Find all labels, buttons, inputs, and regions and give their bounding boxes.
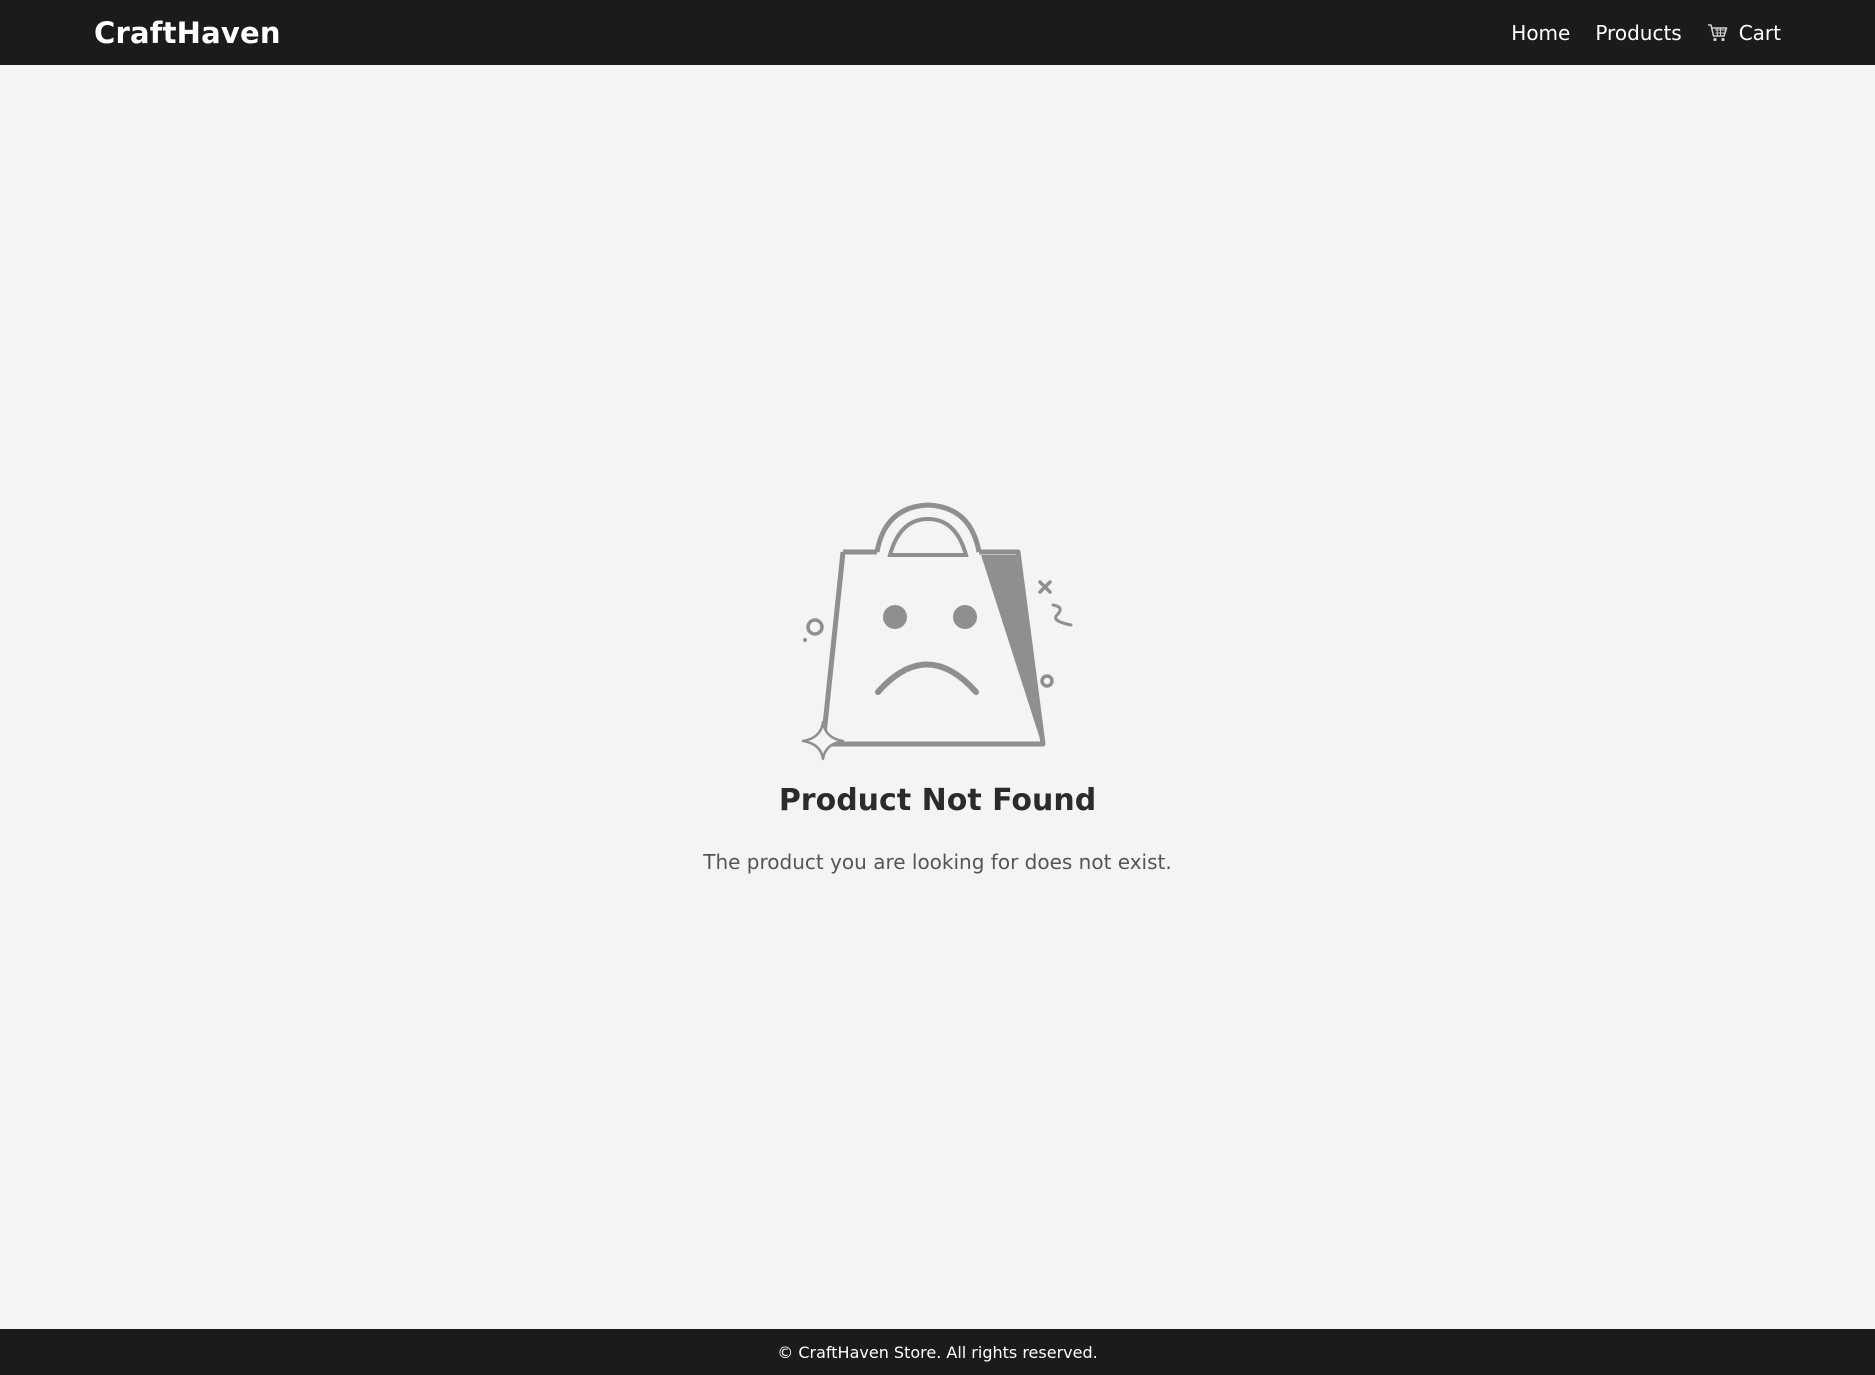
main-content: Product Not Found The product you are lo…	[0, 65, 1875, 1329]
nav-products-link[interactable]: Products	[1595, 21, 1681, 45]
page-title: Product Not Found	[778, 783, 1097, 818]
brand-logo-link[interactable]: CraftHaven	[94, 16, 281, 50]
shopping-cart-icon	[1707, 23, 1729, 43]
sad-shopping-bag-icon	[795, 437, 1080, 767]
nav-links: Home Products Cart	[1511, 21, 1781, 45]
footer: © CraftHaven Store. All rights reserved.	[0, 1329, 1875, 1375]
nav-products-label: Products	[1595, 20, 1682, 45]
nav-home-link[interactable]: Home	[1511, 21, 1570, 45]
footer-copyright: © CraftHaven Store. All rights reserved.	[777, 1342, 1098, 1362]
top-navbar: CraftHaven Home Products Cart	[0, 0, 1875, 65]
nav-home-label: Home	[1511, 20, 1571, 45]
nav-cart-label: Cart	[1738, 20, 1781, 45]
not-found-message: The product you are looking for does not…	[703, 850, 1172, 874]
nav-cart-link[interactable]: Cart	[1707, 21, 1781, 45]
